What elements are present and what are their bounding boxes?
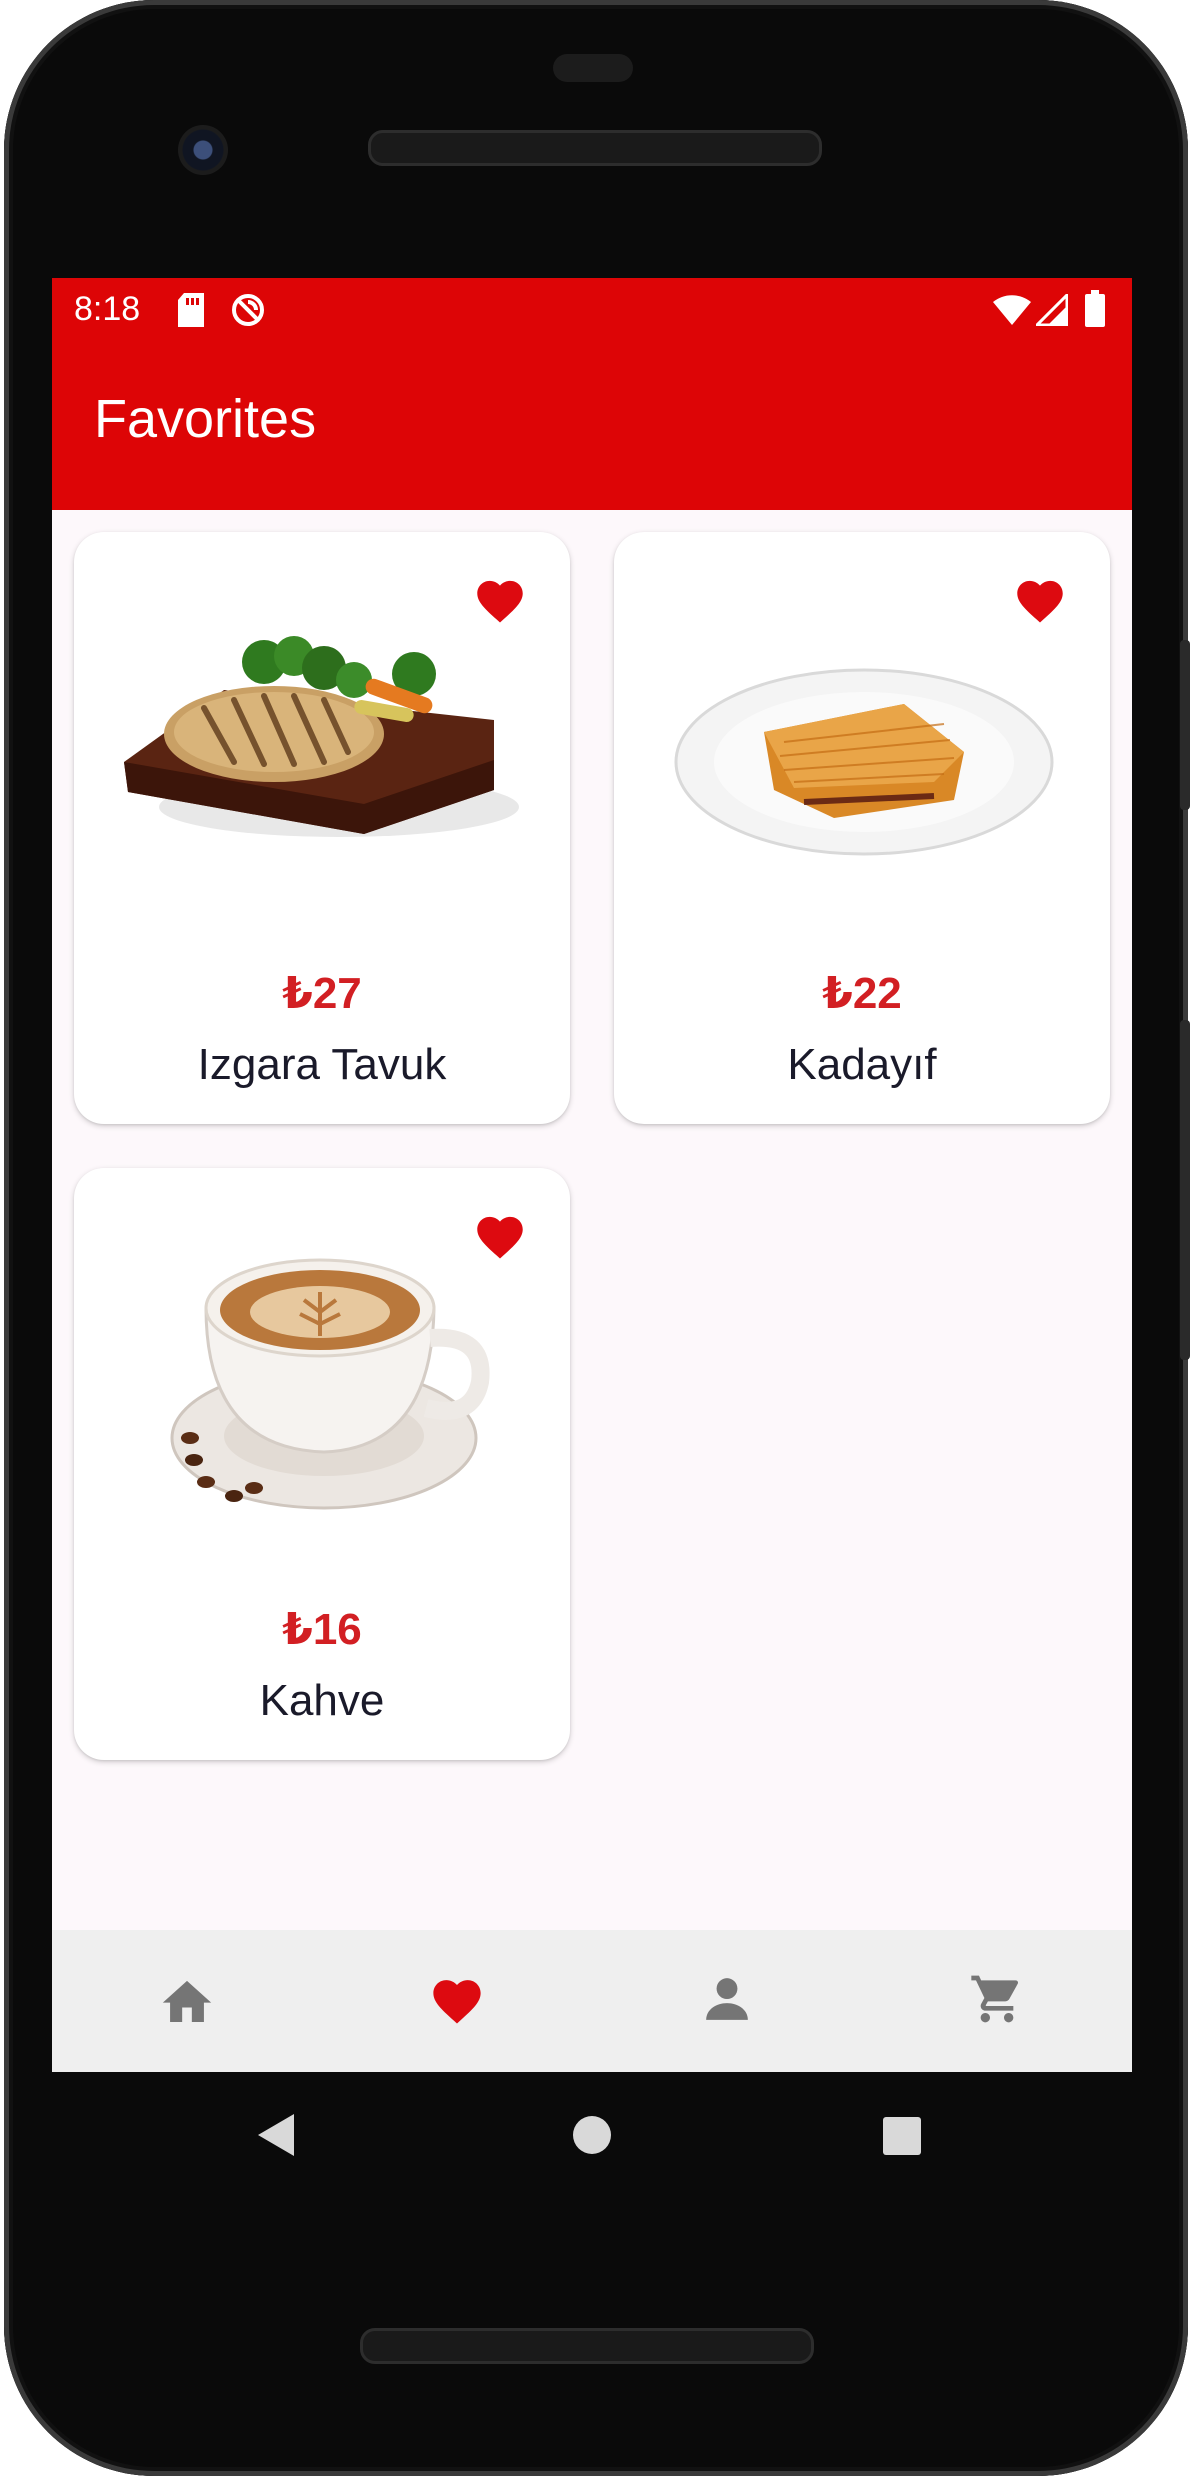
signal-icon [1033, 291, 1069, 331]
phone-device: 8:18 Favorites ₺27 Izgara Tavuk ₺22 Kada… [0, 0, 1194, 2480]
item-price: ₺27 [282, 969, 362, 1018]
favorite-card[interactable]: ₺16 Kahve [74, 1168, 570, 1760]
front-sensor [553, 54, 633, 82]
nav-favorites[interactable] [422, 1966, 492, 2036]
volume-button [1180, 1020, 1190, 1360]
status-time: 8:18 [74, 290, 141, 328]
nav-profile[interactable] [692, 1966, 762, 2036]
bottom-speaker-grille [360, 2328, 814, 2364]
cart-icon [969, 1971, 1025, 2032]
front-camera [178, 125, 228, 175]
power-button [1180, 640, 1190, 810]
recents-icon[interactable] [883, 2117, 921, 2160]
nav-home[interactable] [152, 1966, 222, 2036]
wifi-icon [992, 294, 1032, 331]
page-title: Favorites [94, 389, 317, 449]
top-speaker-grille [368, 130, 822, 166]
item-price: ₺16 [282, 1605, 362, 1654]
sd-card-icon [176, 292, 206, 333]
bottom-navigation [52, 1930, 1132, 2072]
item-name: Kahve [259, 1676, 385, 1725]
battery-icon [1084, 290, 1106, 333]
app-bar: Favorites [52, 342, 1132, 510]
status-bar: 8:18 [52, 278, 1132, 342]
no-sync-icon [230, 292, 266, 333]
coffee-cup-image [114, 1238, 530, 1528]
item-name: Kadayıf [787, 1040, 937, 1089]
heart-icon [428, 1973, 486, 2030]
favorite-card[interactable]: ₺22 Kadayıf [614, 532, 1110, 1124]
item-name: Izgara Tavuk [197, 1040, 447, 1089]
app-screen: 8:18 Favorites ₺27 Izgara Tavuk ₺22 Kada… [52, 278, 1132, 2072]
home-circle-icon[interactable] [572, 2115, 612, 2160]
grilled-chicken-image [114, 612, 530, 872]
back-icon[interactable] [256, 2112, 296, 2163]
nav-cart[interactable] [962, 1966, 1032, 2036]
item-price: ₺22 [822, 969, 902, 1018]
system-navigation-bar [0, 2072, 1194, 2202]
favorite-card[interactable]: ₺27 Izgara Tavuk [74, 532, 570, 1124]
kadayif-dessert-image [654, 612, 1070, 872]
home-icon [158, 1973, 216, 2030]
person-icon [702, 1974, 752, 2029]
